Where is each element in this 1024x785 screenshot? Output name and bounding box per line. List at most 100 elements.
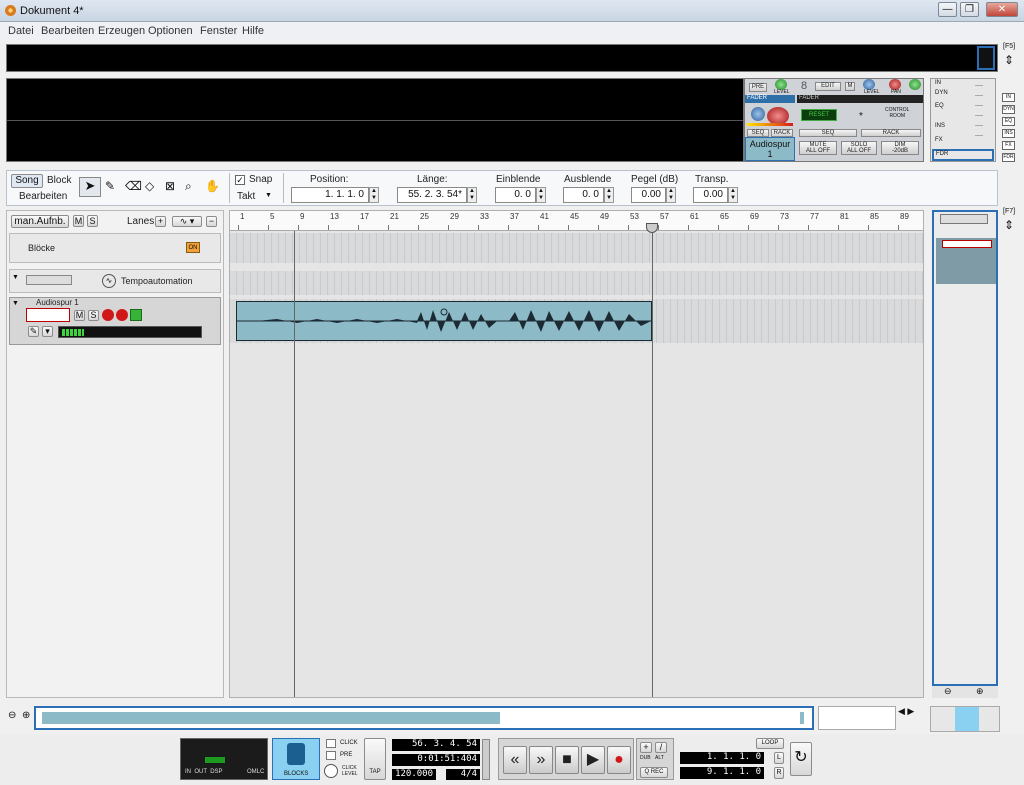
pegel-stepper[interactable]: ▲ ▼ [666, 187, 676, 203]
m-button[interactable]: M [845, 82, 855, 91]
position-field[interactable]: 1. 1. 1. 0 [291, 187, 369, 203]
track-edit-icon[interactable]: ✎ [28, 326, 39, 337]
pool-zoom-in-icon[interactable]: ⊕ [976, 686, 984, 697]
audio-block[interactable] [236, 301, 652, 341]
send-knob-icon[interactable] [909, 79, 921, 90]
side-tab-ins[interactable]: INS [1002, 129, 1015, 138]
edit-button[interactable]: EDIT [815, 82, 841, 91]
rewind-button[interactable]: « [503, 746, 527, 774]
inspector-fdr-box[interactable]: FDR [932, 149, 994, 161]
man-aufnb-button[interactable]: man.Aufnb. [11, 215, 69, 228]
tempo-display[interactable]: 120.000 [392, 769, 436, 780]
forward-button[interactable]: » [529, 746, 553, 774]
pool-zoom-out-icon[interactable]: ⊖ [944, 686, 952, 697]
rack-button[interactable]: RACK [771, 129, 793, 137]
maximize-button[interactable]: ❐ [960, 2, 979, 17]
track-record-button[interactable] [102, 309, 114, 321]
position-time-display[interactable]: 0:01:51:404 [392, 754, 480, 766]
play-button[interactable]: ▶ [581, 746, 605, 774]
mute-all-button[interactable]: MUTE ALL OFF [799, 141, 837, 155]
inspector-ins[interactable]: INS [935, 123, 945, 129]
overview-handle[interactable] [977, 46, 995, 70]
track-speaker-icon[interactable] [130, 309, 142, 321]
laenge-field[interactable]: 55. 2. 3. 54* [397, 187, 467, 203]
record-button[interactable]: ● [607, 746, 631, 774]
side-tab-fx[interactable]: FX [1002, 141, 1015, 150]
song-end-marker[interactable] [646, 223, 658, 233]
dim-button[interactable]: DIM -20dB [881, 141, 919, 155]
inspector-fx[interactable]: FX [935, 137, 943, 143]
position-bars-display[interactable]: 56. 3. 4. 54 [392, 739, 480, 751]
minimize-button[interactable]: — [938, 2, 957, 17]
pointer-tool-icon[interactable]: ➤ [79, 177, 101, 197]
resize-arrow-icon[interactable]: ⇕ [1004, 53, 1014, 67]
rack2-button[interactable]: RACK [861, 129, 921, 137]
waveform-zoom-active[interactable] [955, 707, 979, 731]
loop-end-display[interactable]: 9. 1. 1. 0 [680, 767, 764, 779]
track-monitor-button[interactable] [116, 309, 128, 321]
eraser-tool-icon[interactable]: ⌫ [125, 179, 142, 193]
pan-knob-icon[interactable] [751, 107, 765, 121]
expand-tempo-icon[interactable]: ▼ [12, 274, 19, 281]
global-mute-button[interactable]: M [73, 215, 84, 227]
seq2-button[interactable]: SEQ [799, 129, 857, 137]
mute-tool-icon[interactable]: ⊠ [165, 179, 175, 193]
click-checkbox[interactable] [326, 739, 336, 748]
ausblende-field[interactable]: 0. 0 [563, 187, 604, 203]
einblende-field[interactable]: 0. 0 [495, 187, 536, 203]
menu-bearbeiten[interactable]: Bearbeiten [41, 25, 94, 37]
position-stepper[interactable]: ▲ ▼ [369, 187, 379, 203]
position-stepper[interactable] [482, 739, 490, 780]
inspector-eq[interactable]: EQ [935, 103, 944, 109]
scroll-arrows[interactable]: ◀ ▶ [898, 706, 922, 730]
blocks-button[interactable]: BLOCKS [272, 738, 320, 780]
reset-button[interactable]: RESET [801, 109, 837, 121]
menu-hilfe[interactable]: Hilfe [242, 25, 264, 37]
horizontal-scrollbar[interactable] [34, 706, 814, 730]
snap-takt-select[interactable]: Takt [237, 191, 255, 202]
pencil-tool-icon[interactable]: ✎ [105, 179, 115, 193]
tap-button[interactable]: TAP [364, 738, 386, 780]
track-input-select[interactable] [26, 308, 70, 322]
q-rec-button[interactable]: Q REC [640, 767, 668, 778]
lanes-remove-button[interactable]: − [206, 216, 217, 227]
seq-button[interactable]: SEQ [747, 129, 769, 137]
global-solo-button[interactable]: S [87, 215, 98, 227]
snap-dropdown-icon[interactable]: ▼ [265, 192, 272, 199]
zoom-in-icon[interactable]: ⊕ [22, 710, 30, 721]
inspector-fdr[interactable]: FDR [936, 151, 948, 157]
zoom-out-icon[interactable]: ⊖ [8, 710, 16, 721]
pre-checkbox[interactable] [326, 751, 336, 760]
block-button[interactable]: Block [47, 175, 71, 186]
zoom-tool-icon[interactable]: ⌕ [185, 179, 192, 194]
stop-button[interactable]: ■ [555, 746, 579, 774]
laenge-stepper[interactable]: ▲ ▼ [467, 187, 477, 203]
pegel-field[interactable]: 0.00 [631, 187, 666, 203]
lanes-add-button[interactable]: + [155, 216, 166, 227]
signature-display[interactable]: 4/4 [446, 769, 480, 780]
menu-datei[interactable]: Datei [8, 25, 34, 37]
track-mute-button[interactable]: M [74, 310, 85, 321]
side-tab-dyn[interactable]: DYN [1002, 105, 1015, 114]
solo-all-button[interactable]: SOLO ALL OFF [841, 141, 877, 155]
arrange-area[interactable]: 1 5 9 13 17 21 25 29 33 37 41 45 49 53 57 61 65 69 73 77 81 8… [229, 210, 924, 698]
ausblende-stepper[interactable]: ▲ ▼ [604, 187, 614, 203]
menu-optionen[interactable]: Optionen [148, 25, 193, 37]
track-name[interactable]: Audiospur 1 [36, 298, 79, 307]
resize-arrow-2-icon[interactable]: ⇕ [1004, 218, 1014, 232]
menu-erzeugen[interactable]: Erzeugen [98, 25, 145, 37]
edit-mode-button[interactable]: / [655, 742, 667, 753]
split-tool-icon[interactable]: ◇ [145, 179, 154, 193]
inspector-dyn[interactable]: DYN [935, 90, 948, 96]
close-button[interactable]: ✕ [986, 2, 1018, 17]
add-mode-button[interactable]: + [640, 742, 652, 753]
pool-item[interactable] [936, 238, 996, 284]
click-level-knob[interactable] [324, 764, 338, 778]
bloecke-on-toggle[interactable]: ON [186, 242, 200, 253]
side-tab-eq[interactable]: EQ [1002, 117, 1015, 126]
pre-button[interactable]: PRE [749, 83, 767, 92]
side-tab-in[interactable]: IN [1002, 93, 1015, 102]
pool-header[interactable] [940, 214, 988, 224]
song-button[interactable]: Song [11, 174, 43, 188]
hand-tool-icon[interactable]: ✋ [205, 179, 220, 193]
